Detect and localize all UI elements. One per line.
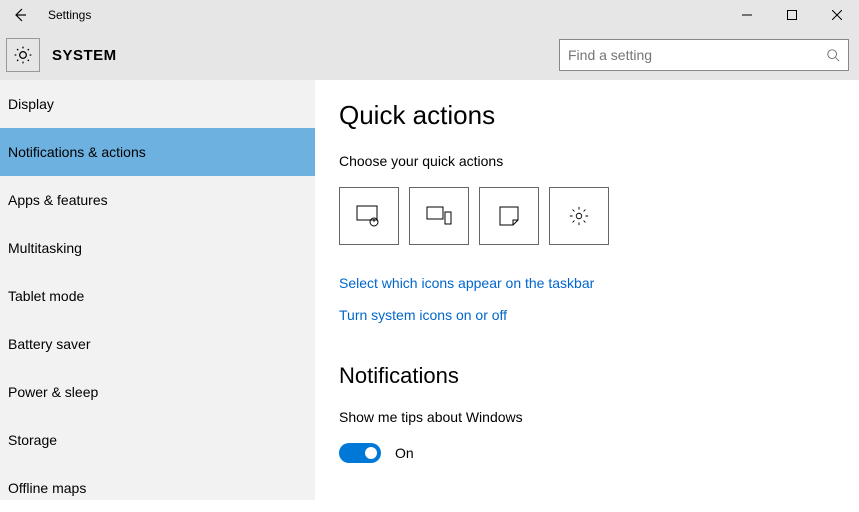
sidebar-item-label: Notifications & actions bbox=[8, 144, 146, 160]
body: Display Notifications & actions Apps & f… bbox=[0, 80, 859, 500]
quick-action-tile-note[interactable] bbox=[479, 187, 539, 245]
sidebar-item-label: Offline maps bbox=[8, 480, 86, 496]
sidebar-item-display[interactable]: Display bbox=[0, 80, 315, 128]
link-system-icons[interactable]: Turn system icons on or off bbox=[339, 307, 835, 323]
notifications-heading: Notifications bbox=[339, 363, 835, 389]
sidebar-item-maps[interactable]: Offline maps bbox=[0, 464, 315, 512]
back-button[interactable] bbox=[0, 0, 40, 30]
sidebar-item-multitasking[interactable]: Multitasking bbox=[0, 224, 315, 272]
sidebar-item-battery[interactable]: Battery saver bbox=[0, 320, 315, 368]
tips-label: Show me tips about Windows bbox=[339, 409, 835, 425]
sidebar-item-storage[interactable]: Storage bbox=[0, 416, 315, 464]
quick-action-tile-settings[interactable] bbox=[549, 187, 609, 245]
header: SYSTEM bbox=[0, 30, 859, 80]
link-taskbar-icons[interactable]: Select which icons appear on the taskbar bbox=[339, 275, 835, 291]
minimize-button[interactable] bbox=[724, 0, 769, 30]
sidebar-item-label: Power & sleep bbox=[8, 384, 98, 400]
sidebar-item-label: Storage bbox=[8, 432, 57, 448]
close-icon bbox=[832, 10, 842, 20]
settings-icon bbox=[568, 205, 590, 227]
note-icon bbox=[499, 206, 519, 226]
close-button[interactable] bbox=[814, 0, 859, 30]
window-controls bbox=[724, 0, 859, 30]
sidebar-item-label: Display bbox=[8, 96, 54, 112]
sidebar-item-apps[interactable]: Apps & features bbox=[0, 176, 315, 224]
tips-toggle-row: On bbox=[339, 443, 835, 463]
maximize-icon bbox=[787, 10, 797, 20]
gear-icon bbox=[13, 45, 33, 65]
system-icon-box[interactable] bbox=[6, 38, 40, 72]
tips-toggle[interactable] bbox=[339, 443, 381, 463]
quick-action-tile-tablet[interactable] bbox=[339, 187, 399, 245]
sidebar-item-notifications[interactable]: Notifications & actions bbox=[0, 128, 315, 176]
sidebar-item-label: Apps & features bbox=[8, 192, 108, 208]
sidebar-item-label: Tablet mode bbox=[8, 288, 84, 304]
sidebar-item-label: Multitasking bbox=[8, 240, 82, 256]
tips-toggle-state: On bbox=[395, 445, 414, 461]
sidebar-item-power[interactable]: Power & sleep bbox=[0, 368, 315, 416]
main-content: Quick actions Choose your quick actions … bbox=[315, 80, 859, 500]
sidebar-item-tablet-mode[interactable]: Tablet mode bbox=[0, 272, 315, 320]
search-input[interactable] bbox=[568, 47, 826, 63]
back-arrow-icon bbox=[12, 7, 28, 23]
app-title: Settings bbox=[48, 8, 91, 22]
search-icon bbox=[826, 48, 840, 62]
titlebar: Settings bbox=[0, 0, 859, 30]
maximize-button[interactable] bbox=[769, 0, 814, 30]
choose-quick-actions-label: Choose your quick actions bbox=[339, 153, 835, 169]
quick-action-tile-project[interactable] bbox=[409, 187, 469, 245]
tablet-mode-icon bbox=[356, 205, 382, 227]
sidebar-item-label: Battery saver bbox=[8, 336, 90, 352]
sidebar: Display Notifications & actions Apps & f… bbox=[0, 80, 315, 500]
search-box[interactable] bbox=[559, 39, 849, 71]
minimize-icon bbox=[742, 10, 752, 20]
project-icon bbox=[426, 206, 452, 226]
section-title: SYSTEM bbox=[52, 47, 117, 64]
quick-action-tiles bbox=[339, 187, 835, 245]
quick-actions-heading: Quick actions bbox=[339, 100, 835, 131]
